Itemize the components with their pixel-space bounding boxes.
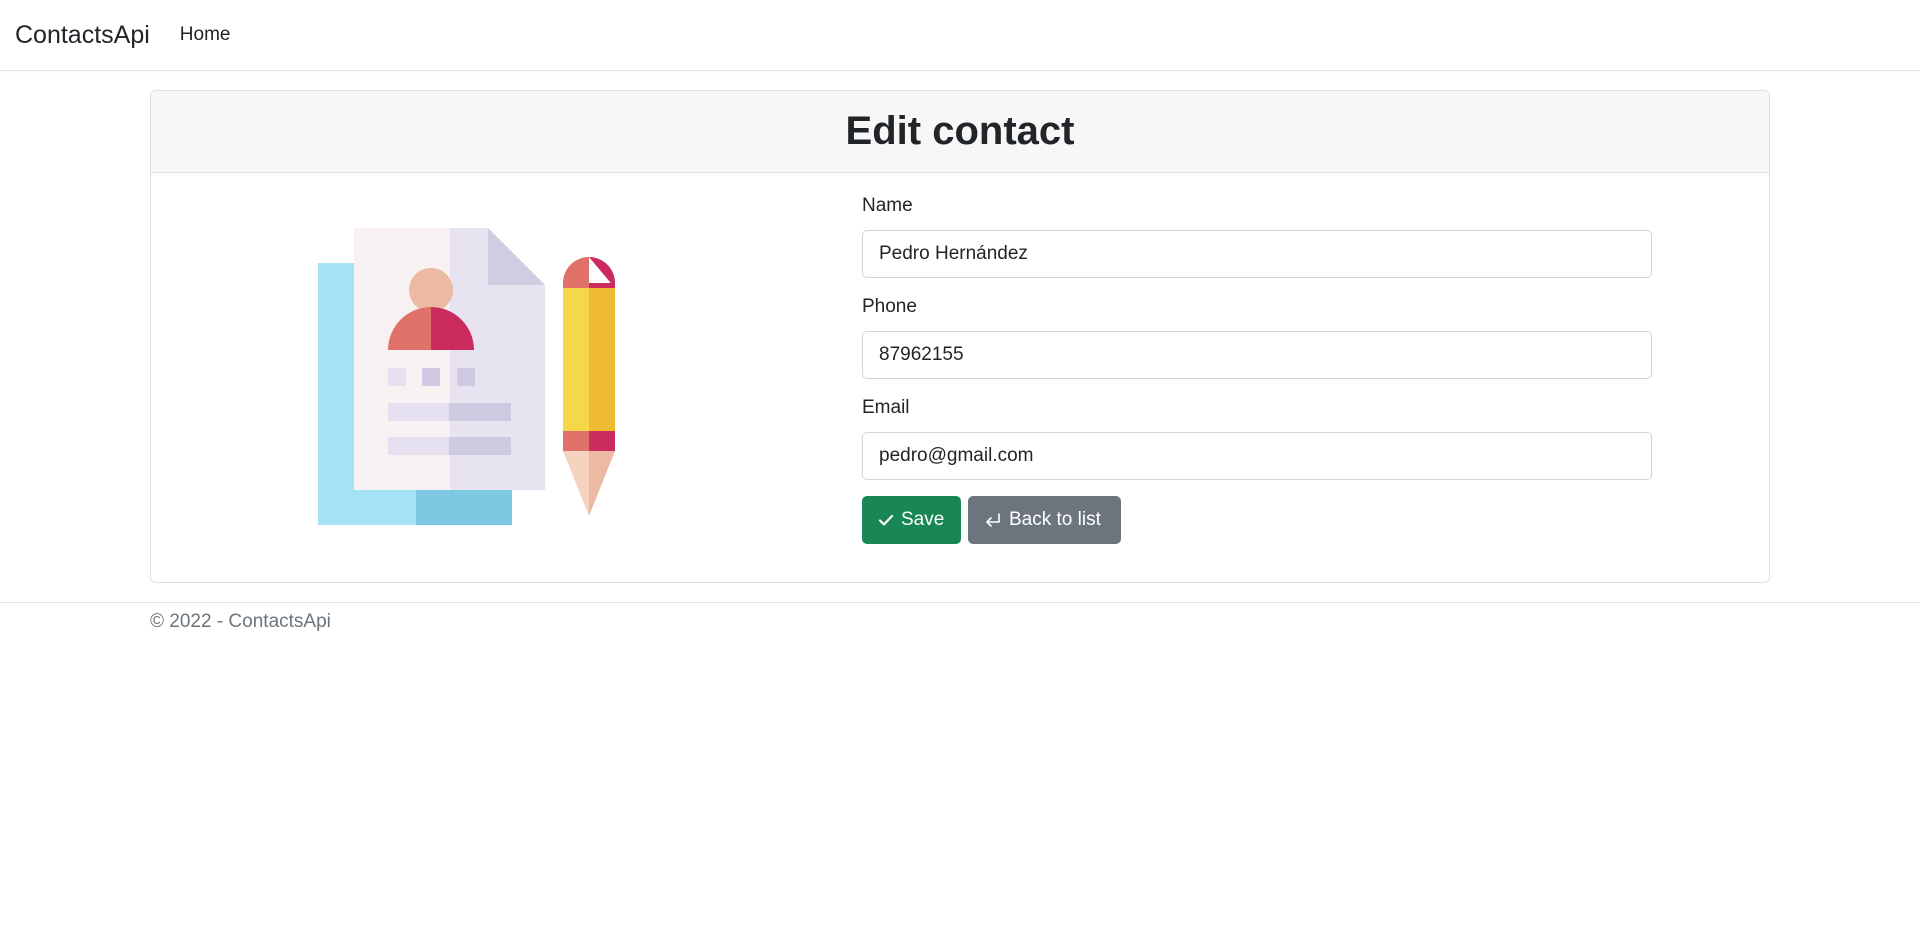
contact-form: Name Phone Email Save — [862, 195, 1652, 544]
form-actions: Save Back to list — [862, 496, 1652, 544]
save-button-label: Save — [901, 509, 945, 530]
phone-input[interactable] — [862, 331, 1652, 379]
navbar: ContactsApi Home — [0, 0, 1920, 71]
check-icon — [878, 514, 894, 526]
email-label: Email — [862, 397, 910, 418]
return-arrow-icon — [986, 513, 1000, 527]
back-button-label: Back to list — [1009, 509, 1101, 530]
phone-group: Phone — [862, 296, 1652, 379]
name-input[interactable] — [862, 230, 1652, 278]
email-group: Email — [862, 397, 1652, 480]
footer: © 2022 - ContactsApi — [0, 602, 1920, 633]
card-body: Name Phone Email Save — [151, 173, 1769, 582]
contact-document-icon — [318, 228, 615, 525]
phone-label: Phone — [862, 296, 917, 317]
back-to-list-button[interactable]: Back to list — [968, 496, 1121, 544]
save-button[interactable]: Save — [862, 496, 961, 544]
footer-text: © 2022 - ContactsApi — [150, 611, 331, 632]
name-group: Name — [862, 195, 1652, 278]
name-label: Name — [862, 195, 913, 216]
brand-link[interactable]: ContactsApi — [15, 21, 150, 50]
edit-contact-card: Edit contact Name Pedro Hernández Phone … — [150, 90, 1770, 583]
page-title: Edit contact — [845, 109, 1075, 153]
nav-link-home[interactable]: Home — [180, 24, 231, 46]
email-input[interactable] — [862, 432, 1652, 480]
card-header: Edit contact — [151, 91, 1769, 173]
